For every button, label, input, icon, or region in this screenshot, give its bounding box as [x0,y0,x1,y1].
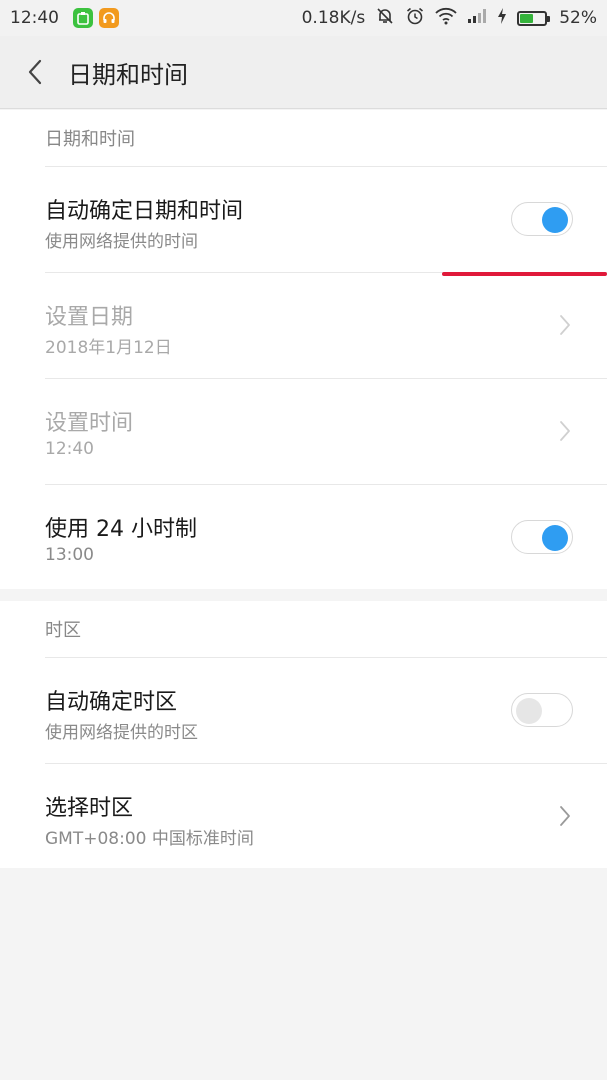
auto-timezone-subtitle: 使用网络提供的时区 [45,723,198,743]
datetime-section: 日期和时间 自动确定日期和时间 使用网络提供的时间 设置日期 2018年1月12… [0,110,607,589]
status-bar-right: 0.18K/s 52% [292,6,597,31]
page-title: 日期和时间 [68,60,188,89]
toggle-knob [516,697,542,724]
alarm-icon [405,6,425,31]
auto-timezone-toggle[interactable] [511,693,573,727]
set-date-row[interactable]: 设置日期 2018年1月12日 [45,272,607,378]
auto-datetime-title: 自动确定日期和时间 [45,199,244,224]
toggle-knob [542,206,568,233]
set-time-row[interactable]: 设置时间 12:40 [45,378,607,484]
net-speed: 0.18K/s [301,8,366,28]
auto-timezone-row[interactable]: 自动确定时区 使用网络提供的时区 [45,657,607,763]
toggle-knob [542,524,568,551]
chevron-right-icon [560,806,570,826]
select-timezone-row[interactable]: 选择时区 GMT+08:00 中国标准时间 [45,763,607,869]
auto-timezone-title: 自动确定时区 [45,690,178,715]
battery-percent: 52% [559,8,597,28]
use-24h-title: 使用 24 小时制 [45,517,197,542]
annotation-underline [442,272,607,276]
set-time-value: 12:40 [45,439,94,459]
mute-icon [375,6,395,31]
datetime-section-header: 日期和时间 [45,129,135,150]
status-bar-left: 12:40 [10,8,125,28]
select-timezone-title: 选择时区 [45,796,134,821]
chevron-right-icon [560,315,570,335]
auto-datetime-subtitle: 使用网络提供的时间 [45,232,198,252]
set-date-value: 2018年1月12日 [45,338,172,358]
set-time-title: 设置时间 [45,411,134,436]
battery-fill [520,13,533,23]
status-bar: 12:40 0.18K/s 52% [0,0,607,36]
set-date-title: 设置日期 [45,305,134,330]
wifi-icon [435,7,457,30]
select-timezone-value: GMT+08:00 中国标准时间 [45,829,254,849]
signal-icon [467,8,487,29]
back-button[interactable] [0,36,70,109]
chevron-right-icon [560,421,570,441]
app-green-icon [73,8,93,28]
auto-datetime-toggle[interactable] [511,202,573,236]
timezone-section: 时区 自动确定时区 使用网络提供的时区 选择时区 GMT+08:00 中国标准时… [0,601,607,868]
timezone-section-header: 时区 [45,620,81,641]
auto-datetime-row[interactable]: 自动确定日期和时间 使用网络提供的时间 [45,166,607,272]
use-24h-example: 13:00 [45,545,94,565]
status-time: 12:40 [10,8,59,28]
use-24h-toggle[interactable] [511,520,573,554]
battery-icon [517,10,551,26]
charging-icon [497,7,507,30]
use-24h-row[interactable]: 使用 24 小时制 13:00 [45,484,607,590]
app-headphone-icon [99,8,119,28]
app-header: 日期和时间 [0,36,607,109]
chevron-left-icon [28,59,42,85]
